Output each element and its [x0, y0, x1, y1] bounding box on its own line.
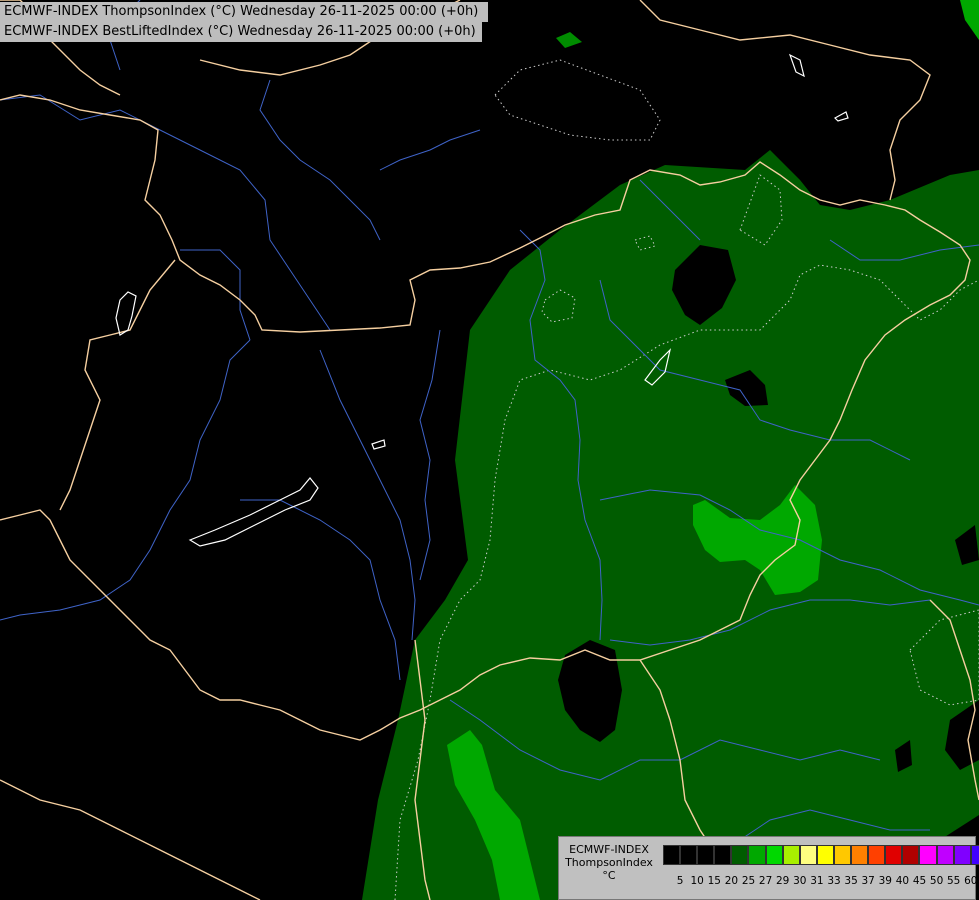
legend-tick-label: 27 [758, 875, 773, 887]
legend-swatch [799, 845, 817, 865]
map-title-thompson-index: ECMWF-INDEX ThompsonIndex (°C) Wednesday… [0, 2, 488, 22]
legend-tick-label: 50 [929, 875, 944, 887]
legend-title: ECMWF-INDEX ThompsonIndex °C [559, 843, 659, 882]
legend-tick-label: 30 [793, 875, 807, 887]
legend-swatch [782, 845, 800, 865]
legend-tick-label: 10 [690, 875, 704, 887]
legend-swatch [953, 845, 971, 865]
legend-tick-label: 20 [724, 875, 739, 887]
legend-tick-label: 39 [878, 875, 892, 887]
legend-swatch [868, 845, 886, 865]
weather-map [0, 0, 979, 900]
legend-swatch [714, 845, 732, 865]
legend-tick-label: 40 [895, 875, 910, 887]
color-legend: ECMWF-INDEX ThompsonIndex °C 5 10 15 20 25 27… [558, 836, 979, 900]
map-title-best-lifted-index: ECMWF-INDEX BestLiftedIndex (°C) Wednesd… [0, 22, 482, 42]
legend-tick-label: 15 [707, 875, 721, 887]
legend-swatch [663, 845, 681, 865]
legend-swatch [936, 845, 954, 865]
legend-title-index: ThompsonIndex [565, 856, 653, 869]
legend-swatch [731, 845, 749, 865]
legend-tick-label: 33 [827, 875, 841, 887]
legend-tick-label: 29 [776, 875, 790, 887]
legend-swatch [970, 845, 979, 865]
legend-swatch [748, 845, 766, 865]
legend-tick-label: 25 [741, 875, 756, 887]
legend-swatch [851, 845, 869, 865]
legend-title-model: ECMWF-INDEX [569, 843, 649, 856]
legend-swatch [833, 845, 852, 865]
legend-tick-label: 60 [964, 875, 978, 887]
legend-tick-label: 55 [947, 875, 961, 887]
legend-tick-label: 31 [810, 875, 824, 887]
legend-swatch [902, 845, 920, 865]
legend-swatch [885, 845, 903, 865]
legend-tick-label: 5 [676, 875, 684, 887]
legend-swatch [680, 845, 698, 865]
legend-swatch [816, 845, 834, 865]
legend-tick-label: 37 [861, 875, 875, 887]
legend-tick-label: 45 [912, 875, 927, 887]
legend-tick-label: 35 [844, 875, 858, 887]
legend-swatches [663, 845, 979, 867]
legend-swatch [919, 845, 937, 865]
legend-swatch [697, 845, 715, 865]
legend-tick-labels: 5 10 15 20 25 27 29 30 31 33 35 37 39 40 45 50 55 60 [663, 875, 978, 889]
legend-swatch [765, 845, 783, 865]
legend-title-unit: °C [602, 869, 616, 882]
